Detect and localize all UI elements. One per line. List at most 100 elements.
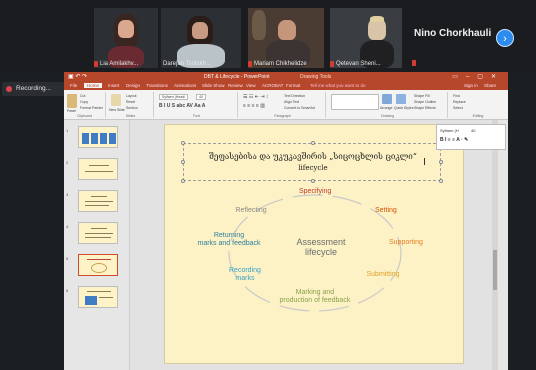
participant-strip: Lia Amilakhv... Darejan Tsotskh... Maria… — [0, 0, 536, 72]
ribbon-group-slides: New Slide Layout Reset Section Slides — [108, 92, 154, 118]
quick-access-icons[interactable]: ▣ ↶ ↷ — [68, 73, 87, 80]
align-text-button[interactable]: Align Text — [284, 100, 299, 104]
tab-slideshow[interactable]: Slide Show — [202, 83, 225, 88]
font-size-select[interactable]: 40 — [196, 94, 206, 100]
thumb-text-line — [85, 205, 109, 206]
participant-tile[interactable]: Lia Amilakhv... — [94, 8, 158, 68]
scrollbar-thumb[interactable] — [493, 250, 497, 290]
thumb-text-line — [91, 228, 107, 229]
recording-label: Recording... — [16, 85, 52, 92]
center-line1: Assessment — [296, 237, 346, 247]
align-buttons[interactable]: ≡ ≡ ≡ ≡ ▥ — [243, 103, 265, 109]
share-button[interactable]: Share — [484, 83, 496, 88]
ribbon-group-label: Slides — [125, 114, 136, 118]
slide-thumbnail[interactable] — [78, 222, 118, 244]
cycle-stage-8: Reflecting — [235, 207, 267, 214]
find-button[interactable]: Find — [453, 94, 460, 98]
shapes-gallery[interactable] — [331, 94, 379, 110]
vertical-scrollbar[interactable] — [492, 120, 498, 370]
font-name-select[interactable]: Sylfaen (Headi — [159, 94, 188, 100]
text-direction-button[interactable]: Text Direction — [284, 94, 305, 98]
reset-button[interactable]: Reset — [126, 100, 135, 104]
tab-review[interactable]: Review — [228, 83, 243, 88]
list-buttons[interactable]: ☰ ☷ ⇤ ⇥ ↕ — [243, 94, 268, 100]
context-tab-label: Drawing Tools — [300, 74, 332, 80]
slide-thumbnail-selected[interactable] — [78, 254, 118, 276]
cycle-center-label: Assessment lifecycle — [281, 237, 361, 257]
right-margin — [508, 72, 536, 370]
tab-view[interactable]: View — [246, 83, 256, 88]
section-button[interactable]: Section — [126, 106, 138, 110]
participant-tile[interactable]: Mariam Chikhelidze — [248, 8, 324, 68]
paste-icon[interactable] — [67, 94, 77, 108]
shape-outline-button[interactable]: Shape Outline — [414, 100, 436, 104]
thumb-text-line — [91, 196, 107, 197]
mini-format-buttons[interactable]: B I ≡ ≡ A · ✎ — [440, 137, 468, 143]
slide-thumbnail[interactable] — [78, 286, 118, 308]
arrange-icon[interactable] — [382, 94, 392, 104]
new-slide-label: New Slide — [109, 108, 125, 112]
participant-face — [118, 20, 134, 38]
mini-format-toolbar[interactable]: Sylfaen (H 40 B I ≡ ≡ A · ✎ — [436, 124, 506, 150]
ribbon-group-editing: Find Replace Select Editing — [450, 92, 506, 118]
tab-file[interactable]: File — [70, 83, 77, 88]
current-slide[interactable]: შეფასებისა და უკუკავშირის „სიცოცხლის ციკ… — [164, 124, 464, 364]
thumb-text-line — [85, 171, 113, 172]
ribbon-group-label: Editing — [472, 114, 484, 118]
next-page-button[interactable]: › — [496, 29, 514, 47]
mic-muted-icon — [248, 61, 252, 67]
mini-font-select[interactable]: Sylfaen (H — [440, 128, 459, 133]
replace-button[interactable]: Replace — [453, 100, 466, 104]
tab-design[interactable]: Design — [126, 83, 140, 88]
thumb-number: 4 — [66, 224, 69, 229]
ribbon-group-label: Clipboard — [77, 114, 92, 118]
thumb-graphic — [109, 133, 116, 144]
thumb-text-line — [87, 291, 111, 292]
signin-link[interactable]: Sign in — [464, 83, 478, 88]
participant-face — [278, 20, 296, 40]
font-format-buttons[interactable]: B I U S abc AV Aa A — [159, 103, 205, 109]
thumb-cycle-graphic — [91, 263, 107, 273]
window-controls[interactable]: ▭–▢✕ — [452, 73, 504, 80]
arrange-label: Arrange — [380, 106, 393, 110]
chevron-right-icon: › — [503, 33, 507, 45]
thumb-text-line — [89, 165, 109, 166]
tab-transitions[interactable]: Transitions — [146, 83, 168, 88]
slide-thumbnail[interactable] — [78, 158, 118, 180]
record-dot-icon — [6, 86, 12, 92]
thumb-graphic — [100, 133, 107, 144]
quick-styles-icon[interactable] — [396, 94, 406, 104]
participant-tile[interactable]: Qetevan Sheni... — [330, 8, 402, 68]
tab-animations[interactable]: Animations — [174, 83, 196, 88]
tab-acrobat[interactable]: ACROBAT — [262, 83, 283, 88]
participant-tile[interactable]: Darejan Tsotskh... — [161, 8, 241, 68]
ribbon-group-font: Sylfaen (Headi 40 B I U S abc AV Aa A Fo… — [156, 92, 238, 118]
tab-home[interactable]: Home — [84, 83, 103, 88]
thumb-graphic — [85, 296, 97, 305]
format-painter-button[interactable]: Format Painter — [80, 106, 103, 110]
mic-muted-icon — [94, 61, 98, 67]
shape-effects-button[interactable]: Shape Effects — [414, 106, 436, 110]
tab-format[interactable]: Format — [286, 83, 300, 88]
slide-thumbnail[interactable] — [78, 190, 118, 212]
select-button[interactable]: Select — [453, 106, 463, 110]
shape-fill-button[interactable]: Shape Fill — [414, 94, 430, 98]
new-slide-icon[interactable] — [111, 94, 121, 106]
layout-button[interactable]: Layout — [126, 94, 137, 98]
recording-indicator[interactable]: Recording... — [2, 82, 68, 96]
tab-insert[interactable]: Insert — [108, 83, 119, 88]
participant-face — [192, 22, 208, 39]
cut-button[interactable]: Cut — [80, 94, 85, 98]
paste-label: Paste — [67, 109, 76, 113]
zoom-window: Lia Amilakhv... Darejan Tsotskh... Maria… — [0, 0, 536, 370]
mic-muted-icon — [412, 60, 416, 66]
copy-button[interactable]: Copy — [80, 100, 88, 104]
tell-me-box[interactable]: Tell me what you want to do — [310, 83, 366, 88]
participant-name: Lia Amilakhv... — [100, 61, 139, 67]
slide-thumbnail[interactable] — [78, 126, 118, 148]
convert-smartart-button[interactable]: Convert to SmartArt — [284, 106, 315, 110]
thumb-number: 2 — [66, 160, 69, 165]
window-title: DBT & Lifecycle - PowerPoint — [204, 74, 270, 80]
mini-size-select[interactable]: 40 — [471, 128, 475, 133]
thumb-text-line — [85, 201, 113, 202]
